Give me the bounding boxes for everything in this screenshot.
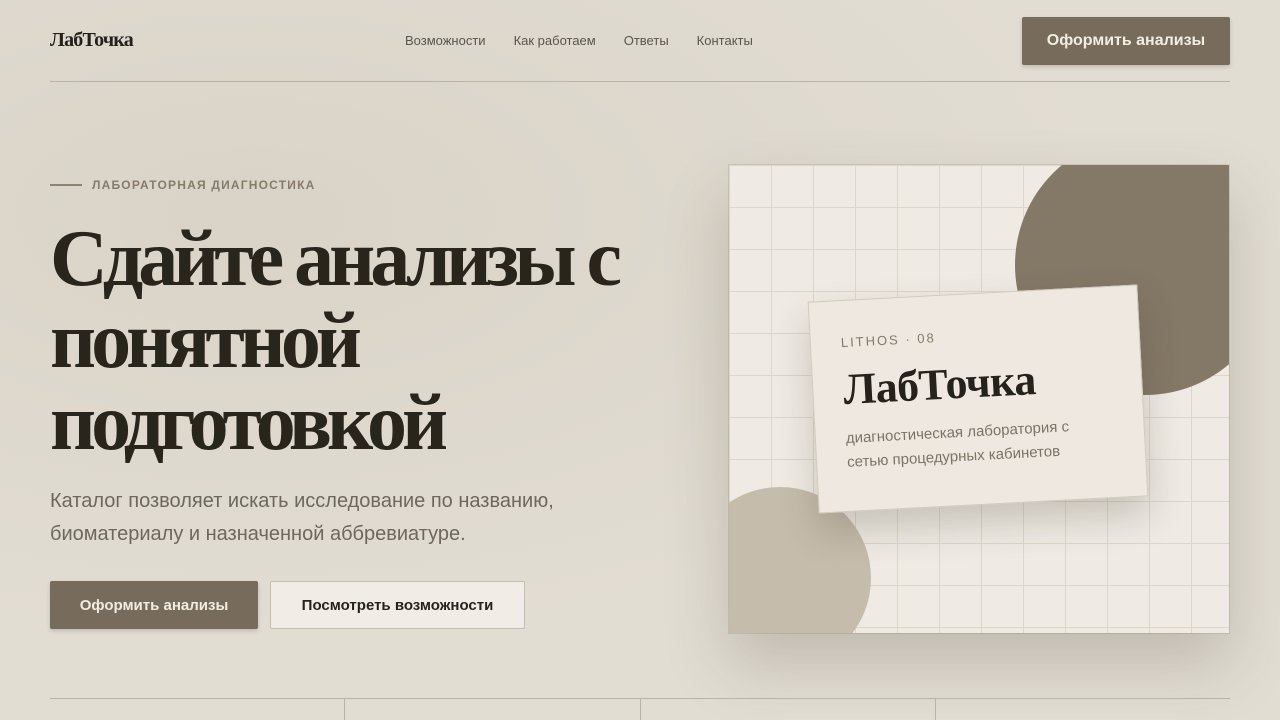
- hero-eyebrow: ЛАБОРАТОРНАЯ ДИАГНОСТИКА: [50, 178, 315, 192]
- features-strip-cell: [936, 699, 1230, 720]
- site-header: ЛабТочка Возможности Как работаем Ответы…: [50, 0, 1230, 82]
- header-order-button[interactable]: Оформить анализы: [1022, 17, 1230, 65]
- nav-link-features[interactable]: Возможности: [405, 33, 486, 48]
- hero-description: Каталог позволяет искать исследование по…: [50, 490, 554, 545]
- hero-title: Сдайте анализы с понятной подготовкой: [50, 215, 622, 467]
- brand-card: LITHOS · 08 ЛабТочка диагностическая лаб…: [807, 284, 1149, 514]
- nav-link-answers[interactable]: Ответы: [624, 33, 669, 48]
- brand-card-title: ЛабТочка: [842, 354, 1037, 415]
- brand-card-description: диагностическая лаборатория с сетью проц…: [845, 418, 1070, 471]
- eyebrow-text: ЛАБОРАТОРНАЯ ДИАГНОСТИКА: [92, 178, 316, 192]
- features-strip: [50, 698, 1230, 720]
- main-nav: Возможности Как работаем Ответы Контакты: [405, 33, 753, 48]
- features-strip-cell: [345, 699, 641, 720]
- view-features-button[interactable]: Посмотреть возможности: [270, 581, 525, 629]
- brand-card-code: LITHOS · 08: [840, 330, 937, 351]
- features-strip-cell: [50, 699, 346, 720]
- features-strip-cell: [641, 699, 936, 720]
- hero-visual: LITHOS · 08 ЛабТочка диагностическая лаб…: [729, 165, 1229, 633]
- eyebrow-line: [50, 184, 82, 186]
- order-analyses-button[interactable]: Оформить анализы: [50, 581, 258, 629]
- logo[interactable]: ЛабТочка: [50, 29, 134, 52]
- nav-link-how-we-work[interactable]: Как работаем: [514, 33, 596, 48]
- nav-link-contacts[interactable]: Контакты: [697, 33, 753, 48]
